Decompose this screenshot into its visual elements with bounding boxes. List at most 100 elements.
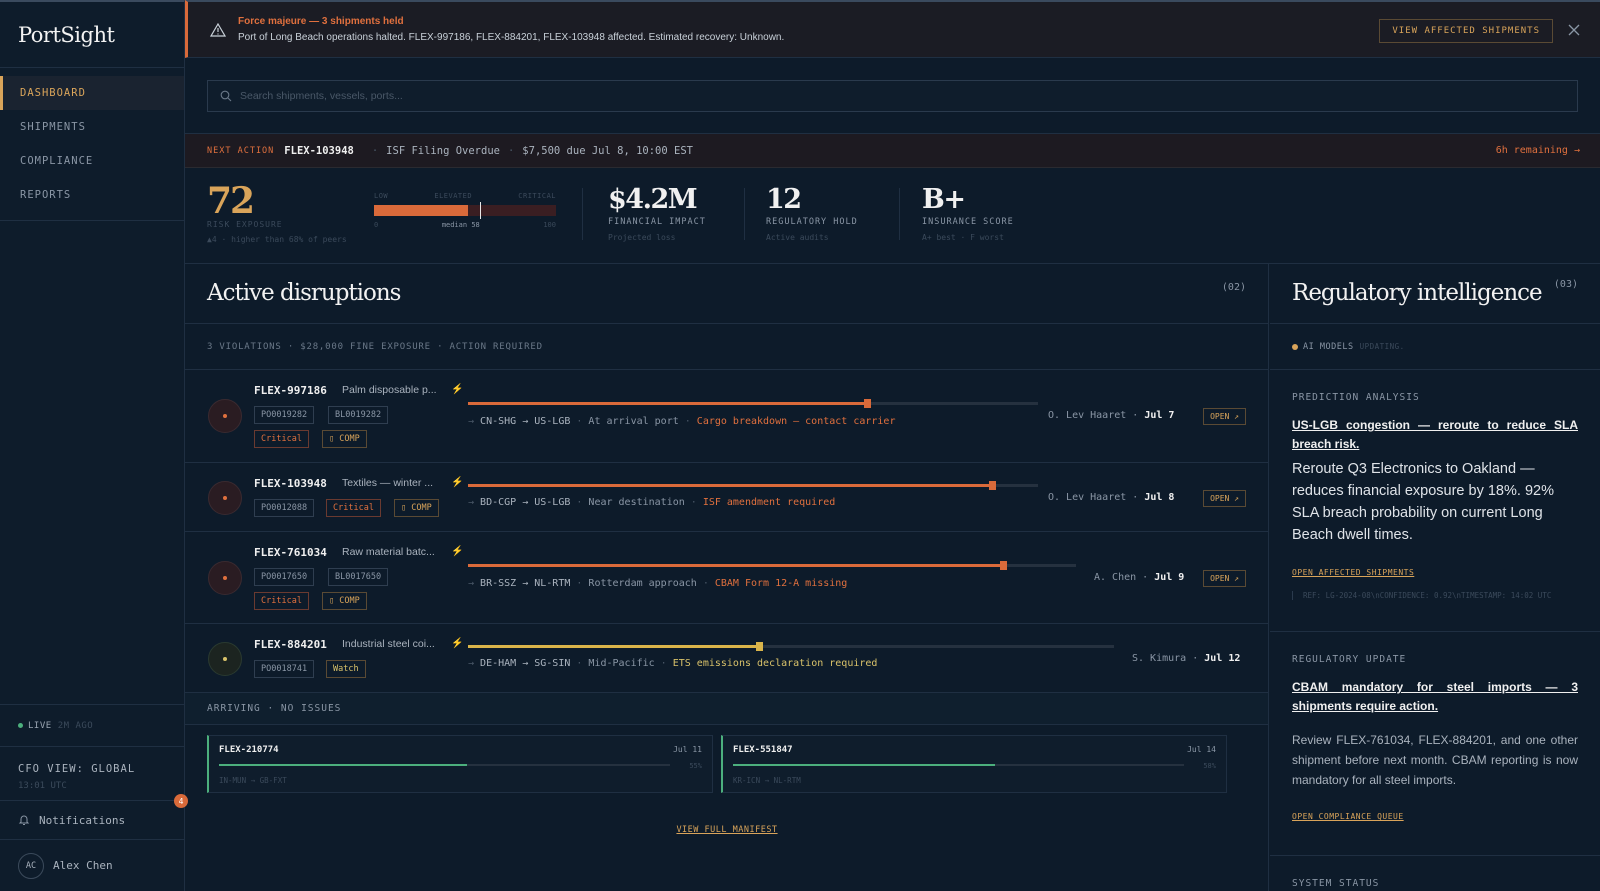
open-shipment-button[interactable]: OPEN ↗ (1203, 570, 1246, 587)
prediction-headline[interactable]: US-LGB congestion — reroute to reduce SL… (1292, 416, 1578, 454)
severity-indicator (208, 561, 242, 595)
financial-value: $4.2M (608, 184, 698, 215)
disruptions-count: (02) (1221, 282, 1246, 293)
compliance-label: COMP (411, 503, 432, 513)
arriving-date: Jul 14 (1187, 745, 1216, 754)
shipment-progress (468, 399, 1038, 408)
gauge-elevated: ELEVATED (434, 192, 473, 200)
divider (899, 188, 900, 240)
active-disruptions-panel: Active disruptions (02) 3 VIOLATIONS · $… (185, 264, 1269, 891)
live-dot-icon (18, 723, 23, 728)
regulatory-hold-kpi: 12 REGULATORY HOLD Active audits (766, 184, 858, 242)
user-menu[interactable]: AC Alex Chen (0, 839, 185, 891)
owner: A. Chen (1094, 572, 1137, 583)
bell-icon (18, 815, 30, 825)
compliance-badge: ▯ COMP (394, 499, 439, 517)
owner: O. Lev Haaret (1048, 410, 1127, 421)
view-affected-shipments-button[interactable]: VIEW AFFECTED SHIPMENTS (1379, 19, 1553, 43)
notifications-button[interactable]: Notifications 4 (0, 794, 188, 839)
update-text: Review FLEX-761034, FLEX-884201, and one… (1292, 733, 1578, 787)
shipment-id[interactable]: FLEX-761034 (254, 546, 327, 559)
critical-badge: Critical (254, 592, 309, 610)
live-label: LIVE (28, 720, 52, 731)
arriving-card[interactable]: FLEX-210774 Jul 11 55% IN-MUN → GB-FXT (207, 735, 713, 793)
shipment-id[interactable]: FLEX-103948 (254, 477, 327, 490)
nav-reports[interactable]: REPORTS (0, 178, 184, 212)
risk-exposure-kpi: 72 RISK EXPOSURE ▲4 · higher than 68% of… (207, 180, 347, 244)
notifications-label: Notifications (39, 813, 126, 827)
nav-compliance[interactable]: COMPLIANCE (0, 144, 184, 178)
regulatory-header: Regulatory intelligence (03) (1270, 264, 1600, 324)
view-full-manifest-link[interactable]: VIEW FULL MANIFEST (185, 825, 1269, 835)
shipment-id[interactable]: FLEX-997186 (254, 384, 327, 397)
nav-shipments[interactable]: SHIPMENTS (0, 110, 184, 144)
location: Rotterdam approach (588, 578, 697, 589)
location: At arrival port (588, 416, 679, 427)
compliance-badge: ▯ COMP (322, 430, 367, 448)
search-section (185, 58, 1600, 134)
critical-badge: Critical (254, 430, 309, 448)
arriving-card[interactable]: FLEX-551847 Jul 14 58% KR-ICN → NL-RTM (721, 735, 1227, 793)
route: BD-CGP → US-LGB (480, 497, 571, 508)
shipment-id[interactable]: FLEX-884201 (254, 638, 327, 651)
insurance-value: B+ (922, 184, 966, 215)
risk-caption: RISK EXPOSURE (207, 220, 283, 229)
avatar: AC (18, 852, 44, 879)
route: DE-HAM → SG-SIN (480, 658, 571, 669)
arriving-progress (733, 764, 1184, 766)
shipment-progress (468, 642, 1114, 651)
gauge-min: 0 (374, 221, 379, 229)
open-shipment-button[interactable]: OPEN ↗ (1203, 490, 1246, 507)
disruption-row[interactable]: FLEX-103948 Textiles — winter ... ⚡ PO00… (185, 463, 1268, 532)
divider (582, 188, 583, 240)
open-shipment-button[interactable]: OPEN ↗ (1203, 408, 1246, 425)
risk-sub: ▲4 · higher than 68% of peers (207, 235, 347, 244)
owner-date: A. Chen · Jul 9 (1094, 572, 1185, 583)
force-majeure-alert: Force majeure — 3 shipments held Port of… (185, 0, 1600, 58)
disruptions-title: Active disruptions (207, 280, 401, 306)
route: CN-SHG → US-LGB (480, 416, 571, 427)
close-icon[interactable] (1566, 22, 1582, 38)
gauge-scale: 0 median 58 100 (374, 221, 556, 229)
open-compliance-queue-link[interactable]: OPEN COMPLIANCE QUEUE (1292, 812, 1578, 821)
arriving-header: ARRIVING · NO ISSUES (185, 693, 1268, 725)
arriving-route: IN-MUN → GB-FXT (219, 776, 287, 785)
gauge-track (374, 202, 556, 219)
search-input[interactable] (240, 90, 1140, 102)
shipment-progress (468, 561, 1076, 570)
severity-indicator (208, 481, 242, 515)
lightning-icon: ⚡ (451, 638, 464, 649)
view-label: CFO VIEW: GLOBAL (18, 763, 136, 775)
disruption-row[interactable]: FLEX-761034 Raw material batc... ⚡ PO001… (185, 532, 1268, 624)
next-action-remaining[interactable]: 6h remaining → (1496, 145, 1580, 156)
disruption-row[interactable]: FLEX-997186 Palm disposable p... ⚡ PO001… (185, 370, 1268, 463)
critical-badge: Critical (326, 499, 381, 517)
lightning-icon: ⚡ (451, 384, 464, 395)
nav-dashboard[interactable]: DASHBOARD (0, 76, 184, 110)
open-affected-shipments-link[interactable]: OPEN AFFECTED SHIPMENTS (1292, 568, 1578, 577)
app: PortSight DASHBOARD SHIPMENTS COMPLIANCE… (0, 0, 1600, 891)
ai-models-status: AI MODELS UPDATING. (1270, 324, 1600, 370)
sidebar-footer: LIVE 2M AGO CFO VIEW: GLOBAL 13:01 UTC N… (0, 704, 188, 891)
financial-impact-kpi: $4.2M FINANCIAL IMPACT Projected loss (608, 184, 706, 242)
issue: Cargo breakdown — contact carrier (696, 416, 896, 427)
location: Mid-Pacific (588, 658, 655, 669)
alert-text: Force majeure — 3 shipments held Port of… (238, 16, 784, 43)
next-action-id: FLEX-103948 (284, 144, 354, 157)
alert-title: Force majeure — 3 shipments held (238, 16, 404, 27)
search-box (207, 80, 1578, 112)
due-date: Jul 12 (1204, 653, 1241, 664)
view-selector[interactable]: CFO VIEW: GLOBAL 13:01 UTC (0, 746, 185, 800)
disruptions-header: Active disruptions (02) (185, 264, 1268, 324)
update-headline[interactable]: CBAM mandatory for steel imports — 3 shi… (1292, 678, 1578, 716)
kpi-strip: 72 RISK EXPOSURE ▲4 · higher than 68% of… (185, 168, 1600, 264)
severity-indicator (208, 399, 242, 433)
ai-models-label: AI MODELS (1303, 341, 1354, 352)
issue: CBAM Form 12-A missing (714, 578, 848, 589)
next-action-bar[interactable]: NEXT ACTION FLEX-103948 · ISF Filing Ove… (185, 134, 1600, 168)
live-status: LIVE 2M AGO (0, 704, 185, 746)
gauge-fill (374, 205, 469, 216)
disruption-row[interactable]: FLEX-884201 Industrial steel coi... ⚡ PO… (185, 624, 1268, 693)
arriving-percent: 55% (689, 762, 702, 770)
gauge-median-label: median 58 (441, 221, 480, 229)
